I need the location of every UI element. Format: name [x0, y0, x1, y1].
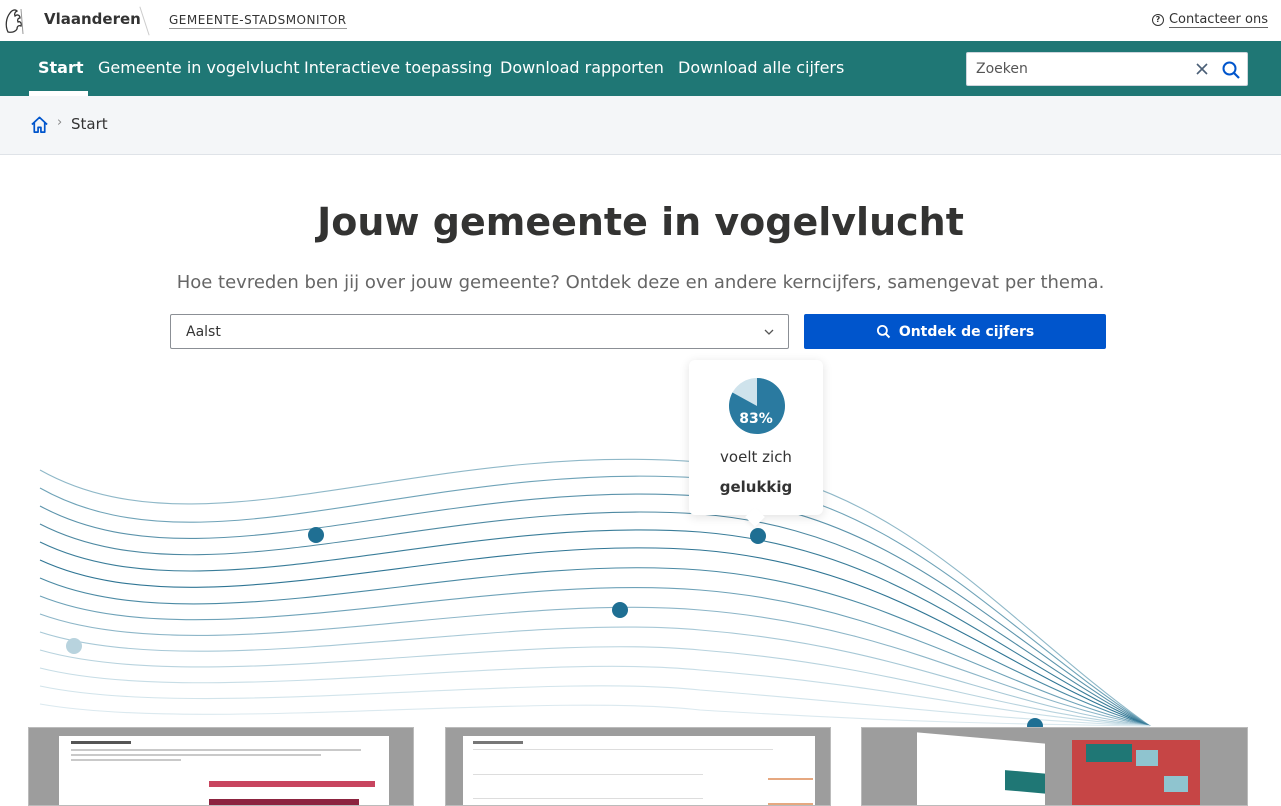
page-title: Jouw gemeente in vogelvlucht	[317, 200, 964, 244]
search-input[interactable]	[976, 59, 1186, 79]
stat-tooltip-card: 83% voelt zich gelukkig	[689, 360, 823, 527]
search-icon[interactable]	[1221, 60, 1241, 80]
page-subtitle: Hoe tevreden ben jij over jouw gemeente?…	[176, 272, 1105, 293]
municipality-select-value: Aalst	[186, 324, 221, 340]
site-name-link[interactable]: GEMEENTE-STADSMONITOR	[169, 13, 347, 29]
stat-percentage: 83%	[739, 411, 773, 427]
breadcrumb-current: Start	[71, 115, 108, 133]
nav-item-interactieve-toepassing[interactable]: Interactieve toepassing	[304, 58, 492, 77]
thumbnail-brochure-2	[1072, 740, 1200, 805]
nav-item-gemeente-in-vogelvlucht[interactable]: Gemeente in vogelvlucht	[98, 58, 300, 77]
nav-item-download-rapporten[interactable]: Download rapporten	[500, 58, 664, 77]
wave-dot[interactable]	[66, 638, 82, 654]
chevron-down-icon	[764, 329, 774, 335]
help-icon: ?	[1151, 14, 1164, 26]
top-bar: Vlaanderen GEMEENTE-STADSMONITOR ? Conta…	[0, 0, 1281, 41]
wave-dot-active[interactable]	[750, 528, 766, 544]
breadcrumb: › Start	[0, 96, 1281, 155]
report-thumbnail-2[interactable]	[445, 727, 831, 806]
flanders-lion-logo[interactable]	[2, 4, 28, 37]
thumbnail-document	[59, 736, 389, 805]
stat-label-line2: gelukkig	[719, 478, 793, 496]
clear-icon[interactable]	[1193, 60, 1211, 78]
breadcrumb-separator: ›	[57, 115, 63, 130]
nav-item-download-alle-cijfers[interactable]: Download alle cijfers	[678, 58, 844, 77]
wave-dot[interactable]	[308, 527, 324, 543]
contact-label: Contacteer ons	[1168, 12, 1268, 28]
report-thumbnail-3[interactable]	[861, 727, 1248, 806]
municipality-select[interactable]: Aalst	[170, 314, 789, 349]
home-icon[interactable]	[30, 115, 49, 134]
brand-divider	[139, 6, 150, 36]
discover-figures-button[interactable]: Ontdek de cijfers	[804, 314, 1106, 349]
search-icon	[876, 324, 891, 339]
brand-name[interactable]: Vlaanderen	[44, 10, 141, 28]
main-navigation: Start Gemeente in vogelvlucht Interactie…	[0, 41, 1281, 96]
wave-dot[interactable]	[612, 602, 628, 618]
contact-link[interactable]: ? Contacteer ons	[1151, 12, 1268, 28]
report-thumbnail-1[interactable]	[28, 727, 414, 806]
thumbnail-brochure-1	[917, 732, 1045, 805]
discover-figures-label: Ontdek de cijfers	[898, 323, 1035, 340]
thumbnail-dashboard	[463, 736, 815, 805]
stat-label-line1: voelt zich	[720, 448, 792, 466]
search-box	[966, 52, 1248, 86]
nav-item-start[interactable]: Start	[38, 58, 84, 77]
